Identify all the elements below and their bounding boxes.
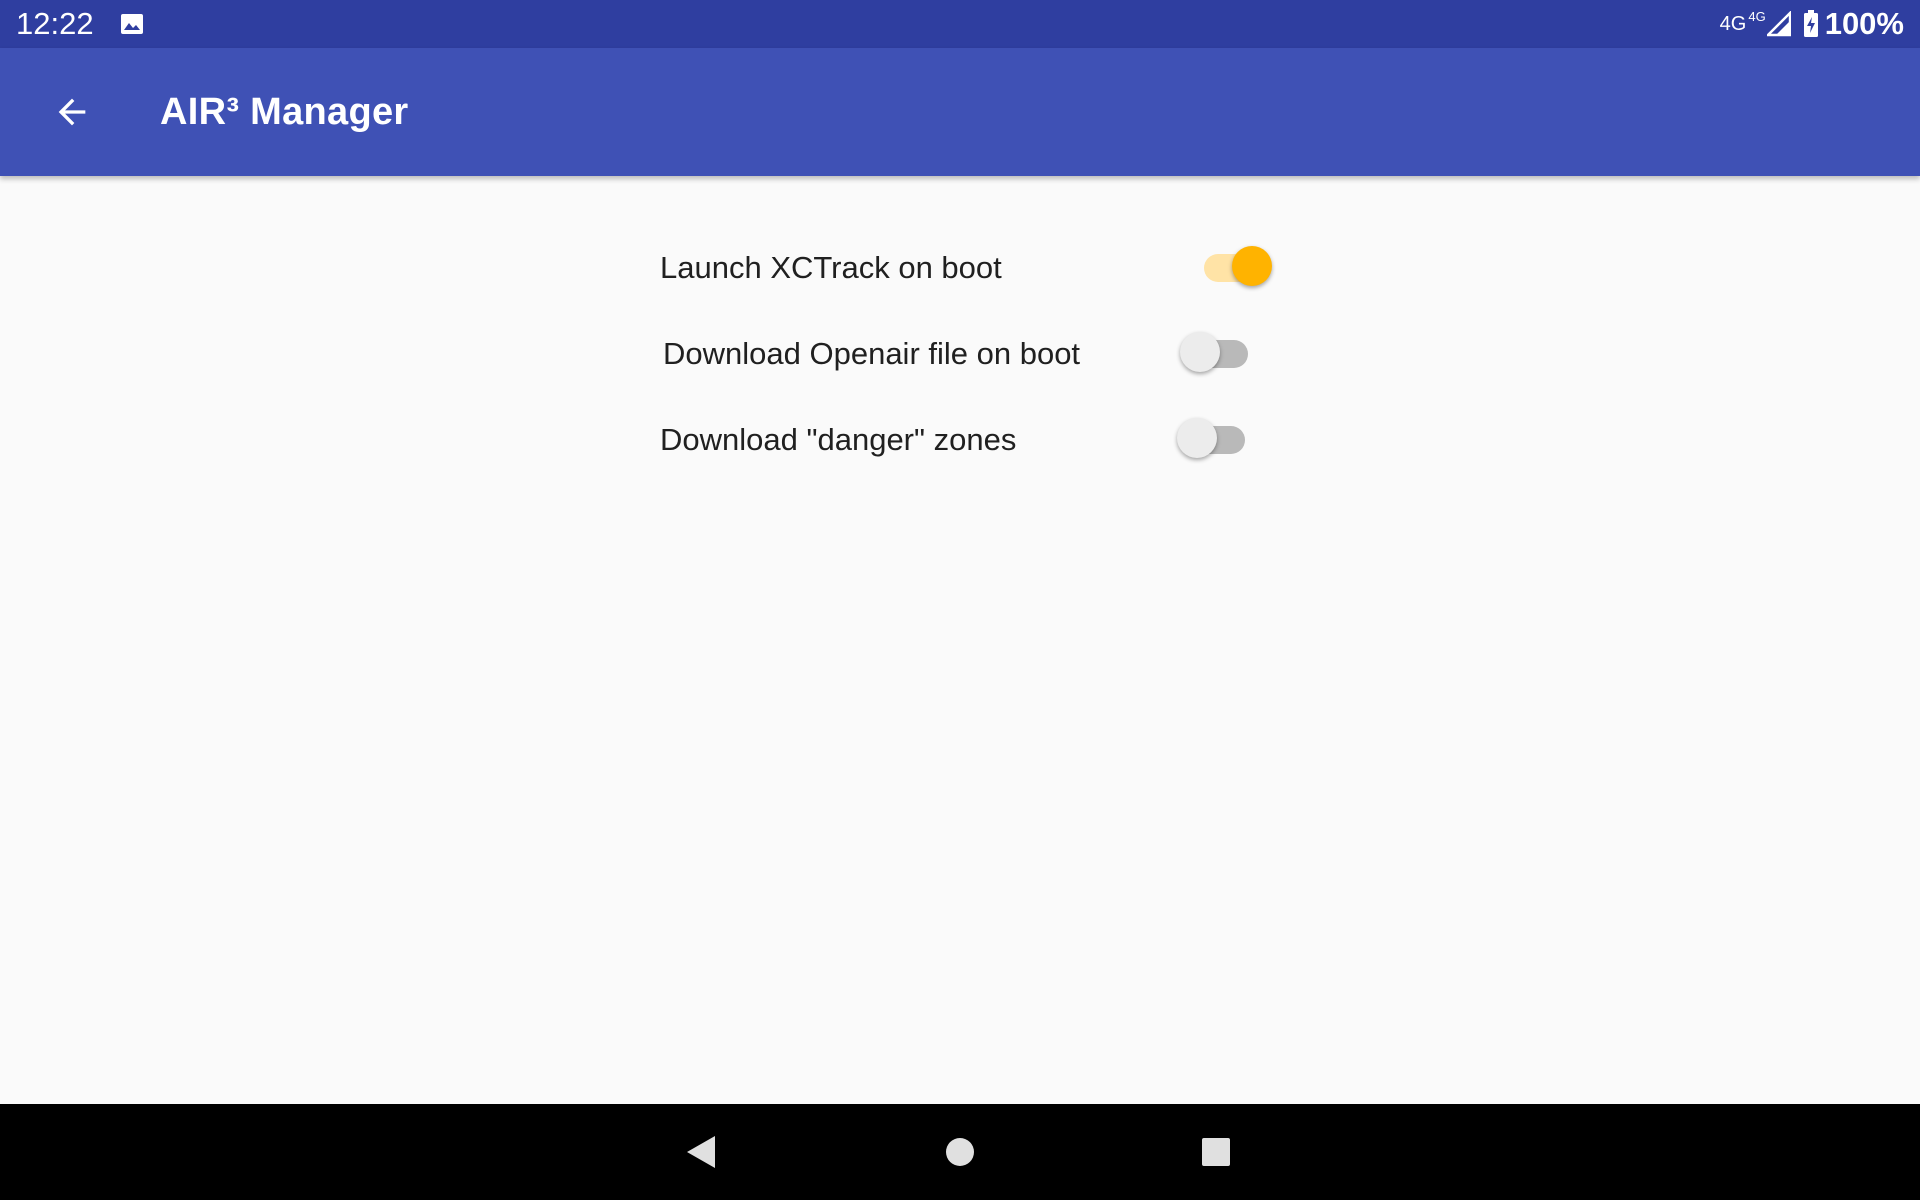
setting-row-launch-xctrack[interactable]: Launch XCTrack on boot [660, 238, 1002, 298]
battery-charging-icon [1803, 10, 1818, 37]
arrow-back-icon [58, 98, 86, 126]
setting-label-launch-xctrack: Launch XCTrack on boot [660, 250, 1002, 285]
setting-row-danger-zones[interactable]: Download "danger" zones [660, 410, 1016, 470]
switch-download-openair[interactable] [1180, 326, 1260, 382]
nav-recents-icon [1202, 1138, 1230, 1166]
settings-content: Launch XCTrack on boot Download Openair … [0, 176, 1920, 1104]
nav-recents-button[interactable] [1186, 1122, 1246, 1182]
setting-row-download-openair[interactable]: Download Openair file on boot [663, 324, 1080, 384]
status-time: 12:22 [16, 6, 94, 41]
switch-thumb [1180, 332, 1220, 372]
app-title: AIR³ Manager [160, 91, 409, 133]
nav-back-button[interactable] [672, 1122, 732, 1182]
switch-launch-xctrack[interactable] [1192, 240, 1272, 296]
signal-icon [1766, 11, 1791, 37]
switch-danger-zones[interactable] [1177, 412, 1257, 468]
navigation-bar [0, 1104, 1920, 1200]
battery-level: 100% [1824, 6, 1904, 41]
back-button[interactable] [32, 72, 112, 152]
switch-thumb [1177, 418, 1217, 458]
nav-home-button[interactable] [930, 1122, 990, 1182]
network-type-secondary: 4G [1748, 8, 1766, 24]
nav-home-icon [946, 1138, 974, 1166]
image-icon [121, 14, 143, 34]
app-bar: AIR³ Manager [0, 48, 1920, 176]
setting-label-download-openair: Download Openair file on boot [663, 336, 1081, 371]
network-type: 4G [1719, 13, 1747, 35]
nav-back-icon [687, 1136, 715, 1168]
switch-thumb [1232, 246, 1272, 286]
status-indicators: 4G 4G 100% [1720, 6, 1904, 42]
setting-label-danger-zones: Download "danger" zones [660, 422, 1017, 457]
status-bar: 12:22 4G 4G 100% [0, 0, 1920, 48]
